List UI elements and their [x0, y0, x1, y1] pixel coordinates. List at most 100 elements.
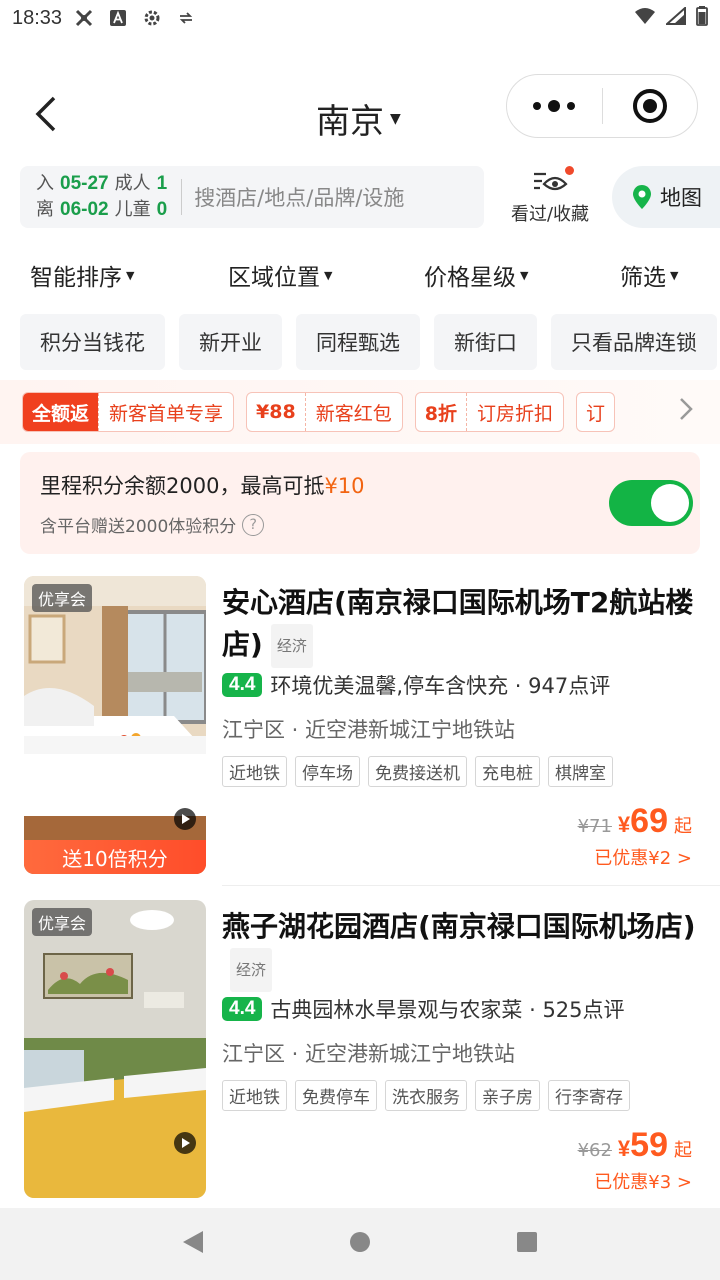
- facility-tag: 亲子房: [475, 1080, 540, 1111]
- battery-icon: [696, 5, 708, 31]
- promo-discount[interactable]: 8折 订房折扣: [414, 392, 564, 432]
- notification-dot: [565, 166, 574, 175]
- facility-tags: 近地铁 停车场 免费接送机 充电桩 棋牌室: [222, 756, 613, 787]
- hotel-location: 江宁区 · 近空港新城江宁地铁站: [222, 718, 516, 742]
- current-price: ¥69: [617, 802, 668, 840]
- search-row: 入 05-27 成人 1 离 06-02 儿童 0 搜酒店/地点/品牌/设施 看…: [0, 164, 720, 232]
- original-price: ¥62: [577, 1140, 612, 1161]
- checkin-label: 入: [36, 173, 54, 194]
- facility-tags: 近地铁 免费停车 洗衣服务 亲子房 行李寄存: [222, 1080, 630, 1111]
- hotel-name[interactable]: 燕子湖花园酒店(南京禄口国际机场店)经济: [222, 906, 702, 992]
- caret-down-icon: ▼: [126, 268, 135, 282]
- price-block: ¥62 ¥59 起: [578, 1126, 692, 1165]
- children-count: 0: [156, 199, 168, 220]
- facility-tag: 免费接送机: [368, 756, 467, 787]
- promo-more[interactable]: 订: [575, 392, 615, 432]
- points-toggle[interactable]: [609, 480, 693, 526]
- mileage-amount: ¥10: [324, 474, 365, 498]
- promo-red-packet[interactable]: ¥88 新客红包: [246, 392, 403, 432]
- promo-full-refund[interactable]: 全额返 新客首单专享: [22, 392, 235, 432]
- mini-program-capsule: [506, 74, 698, 138]
- hotel-class-badge: 经济: [270, 624, 313, 668]
- chip-xinjiekou[interactable]: 新街口: [434, 314, 537, 370]
- bonus-banner: 送10倍积分: [24, 840, 206, 874]
- facility-tag: 洗衣服务: [385, 1080, 467, 1111]
- video-play-icon[interactable]: [174, 808, 196, 830]
- chevron-right-icon[interactable]: [678, 396, 694, 426]
- caret-down-icon: ▼: [670, 268, 679, 282]
- price-suffix: 起: [674, 1140, 692, 1161]
- search-box[interactable]: 入 05-27 成人 1 离 06-02 儿童 0 搜酒店/地点/品牌/设施: [20, 166, 484, 228]
- promo-strip[interactable]: 全额返 新客首单专享 ¥88 新客红包 8折 订房折扣 订: [0, 380, 720, 444]
- chip-new-open[interactable]: 新开业: [179, 314, 282, 370]
- mileage-subtext: 含平台赠送2000体验积分: [40, 517, 237, 537]
- caret-down-icon: ▼: [324, 268, 333, 282]
- facility-tag: 近地铁: [222, 756, 287, 787]
- quick-filter-chips: 积分当钱花 新开业 同程甄选 新街口 只看品牌连锁: [20, 314, 720, 370]
- chip-points[interactable]: 积分当钱花: [20, 314, 165, 370]
- square-recents-icon: [516, 1232, 537, 1252]
- review-summary: 环境优美温馨,停车含快充 · 947点评: [270, 674, 611, 698]
- hotel-name[interactable]: 安心酒店(南京禄口国际机场T2航站楼店) 经济: [222, 582, 702, 668]
- nav-back-button[interactable]: [181, 1229, 205, 1259]
- hotel-class-badge: 经济: [230, 948, 273, 992]
- checkin-date: 05-27: [60, 173, 109, 194]
- chip-selected[interactable]: 同程甄选: [296, 314, 420, 370]
- status-bar: 18:33: [0, 0, 720, 36]
- current-price: ¥59: [617, 1126, 668, 1164]
- nav-recents-button[interactable]: [515, 1230, 539, 1258]
- wifi-icon: [634, 7, 656, 30]
- discount-info[interactable]: 已优惠¥3 >: [594, 1168, 692, 1194]
- sort-smart[interactable]: 智能排序 ▼: [30, 258, 134, 292]
- caret-down-icon: ▼: [390, 110, 401, 127]
- viewed-favorites-button[interactable]: 看过/收藏: [502, 164, 598, 232]
- system-nav-bar: [0, 1208, 720, 1280]
- eye-list-icon: [534, 172, 568, 191]
- member-badge: 优享会: [32, 584, 93, 612]
- facility-tag: 行李寄存: [548, 1080, 630, 1111]
- checkout-label: 离: [36, 199, 54, 220]
- triangle-back-icon: [183, 1231, 204, 1253]
- discount-info[interactable]: 已优惠¥2 >: [594, 844, 692, 870]
- sync-icon: [176, 8, 196, 28]
- location-pin-icon: [633, 185, 651, 209]
- debug-icon: [74, 8, 94, 28]
- nav-home-button[interactable]: [348, 1230, 372, 1258]
- signal-icon: [664, 5, 686, 30]
- sort-area[interactable]: 区域位置 ▼: [228, 258, 332, 292]
- facility-tag: 停车场: [295, 756, 360, 787]
- chevron-left-icon: [35, 96, 56, 132]
- adults-label: 成人: [114, 173, 151, 194]
- sort-price-star[interactable]: 价格星级 ▼: [424, 258, 528, 292]
- hotel-photo: 优享会: [24, 900, 206, 1198]
- circle-home-icon: [349, 1232, 370, 1252]
- sort-filter[interactable]: 筛选 ▼: [620, 258, 678, 292]
- original-price: ¥71: [577, 816, 612, 837]
- help-icon[interactable]: ?: [242, 513, 265, 536]
- map-button[interactable]: 地图: [612, 166, 720, 228]
- chip-brand-chain[interactable]: 只看品牌连锁: [551, 314, 717, 370]
- video-play-icon[interactable]: [174, 1132, 196, 1154]
- checkout-date: 06-02: [60, 199, 109, 220]
- a-icon: [108, 8, 128, 28]
- caret-down-icon: ▼: [520, 268, 529, 282]
- rating-score: 4.4: [222, 997, 263, 1021]
- title-bar: 南京 ▼: [0, 72, 720, 156]
- hotel-card[interactable]: 优享会 送10倍积分 安心酒店(南京禄口国际机场T2航站楼店) 经济 4.4 环境…: [0, 576, 720, 886]
- viewed-label: 看过/收藏: [510, 204, 590, 225]
- search-input[interactable]: 搜酒店/地点/品牌/设施: [194, 182, 404, 212]
- facility-tag: 近地铁: [222, 1080, 287, 1111]
- close-mini-program-button[interactable]: [602, 89, 697, 123]
- target-icon: [632, 89, 667, 123]
- hotel-card[interactable]: 优享会 燕子湖花园酒店(南京禄口国际机场店)经济 4.4 古典园林水旱景观与农家…: [0, 900, 720, 1210]
- rating-score: 4.4: [222, 673, 263, 697]
- city-selector[interactable]: 南京 ▼: [316, 94, 401, 143]
- map-label: 地图: [660, 186, 702, 210]
- back-button[interactable]: [26, 92, 66, 136]
- children-label: 儿童: [114, 199, 151, 220]
- more-button[interactable]: [507, 100, 602, 112]
- facility-tag: 充电桩: [475, 756, 540, 787]
- price-suffix: 起: [674, 816, 692, 837]
- adults-count: 1: [156, 173, 168, 194]
- date-guest-selector[interactable]: 入 05-27 成人 1 离 06-02 儿童 0: [36, 171, 167, 223]
